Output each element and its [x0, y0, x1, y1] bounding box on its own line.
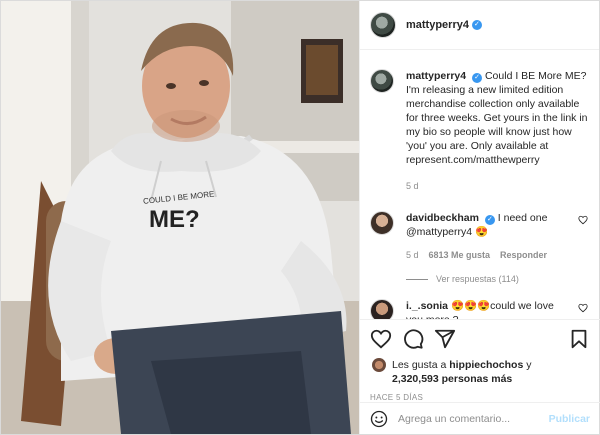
- caption-text: Could I BE More ME? I'm releasing a new …: [406, 70, 588, 166]
- comment-username[interactable]: i._.sonia: [406, 300, 448, 312]
- caption-time[interactable]: 5 d: [406, 179, 419, 193]
- liker-avatar[interactable]: [372, 358, 386, 372]
- publish-button[interactable]: Publicar: [549, 413, 590, 425]
- comment-like-heart-icon[interactable]: [578, 303, 588, 313]
- comment-item: i._.sonia 😍😍😍could we love you more ?: [370, 299, 590, 319]
- verified-icon: ✓: [471, 20, 482, 30]
- post-actions: Les gusta a hippiechochos y 2,320,593 pe…: [360, 319, 600, 402]
- liker-username[interactable]: hippiechochos: [449, 359, 523, 371]
- likes-summary: Les gusta a hippiechochos y 2,320,593 pe…: [370, 358, 590, 386]
- post-header: mattyperry4 ✓: [360, 1, 599, 50]
- post-details-panel: mattyperry4 ✓ mattyperry4 ✓ Could I BE M…: [359, 1, 600, 434]
- comment-input[interactable]: [398, 412, 549, 425]
- instagram-post: COULD I BE MORE ME? mattyperry4 ✓ mattyp…: [0, 0, 600, 435]
- bookmark-icon[interactable]: [568, 328, 590, 350]
- commenter-avatar[interactable]: [370, 211, 394, 235]
- emoji-icon[interactable]: [370, 410, 388, 428]
- author-username[interactable]: mattyperry4: [406, 19, 469, 31]
- post-photo[interactable]: COULD I BE MORE ME?: [1, 1, 359, 434]
- heart-icon[interactable]: [370, 328, 392, 350]
- share-icon[interactable]: [434, 328, 456, 350]
- author-avatar[interactable]: [370, 12, 396, 38]
- replies-divider: [406, 278, 428, 280]
- verified-icon: ✓: [484, 215, 495, 225]
- commenter-avatar[interactable]: [370, 299, 394, 319]
- action-icons: [370, 326, 590, 352]
- post-time-ago[interactable]: HACE 5 DÍAS: [370, 393, 590, 402]
- caption-username[interactable]: mattyperry4: [406, 70, 466, 82]
- caption-avatar[interactable]: [370, 69, 394, 93]
- likes-prefix: Les gusta a: [392, 359, 447, 371]
- add-comment-bar: Publicar: [360, 402, 600, 434]
- view-replies-label: Ver respuestas (114): [436, 274, 519, 284]
- likes-connector: y: [526, 359, 532, 371]
- verified-icon: ✓: [472, 73, 483, 83]
- photo-illustration: COULD I BE MORE ME?: [1, 1, 359, 434]
- comment-item: davidbeckham ✓ I need one @mattyperry4 😍…: [370, 211, 590, 262]
- comment-username[interactable]: davidbeckham: [406, 212, 479, 224]
- likes-count[interactable]: 2,320,593 personas más: [392, 373, 512, 385]
- caption: mattyperry4 ✓ Could I BE More ME? I'm re…: [370, 69, 590, 193]
- comment-likes[interactable]: 6813 Me gusta: [429, 248, 491, 262]
- comment-like-heart-icon[interactable]: [578, 215, 588, 225]
- reply-button[interactable]: Responder: [500, 248, 547, 262]
- view-replies-button[interactable]: Ver respuestas (114): [406, 274, 590, 284]
- comment-icon[interactable]: [402, 328, 424, 350]
- comments-list[interactable]: mattyperry4 ✓ Could I BE More ME? I'm re…: [360, 51, 600, 319]
- shirt-print-large: ME?: [149, 206, 200, 233]
- comment-time[interactable]: 5 d: [406, 248, 419, 262]
